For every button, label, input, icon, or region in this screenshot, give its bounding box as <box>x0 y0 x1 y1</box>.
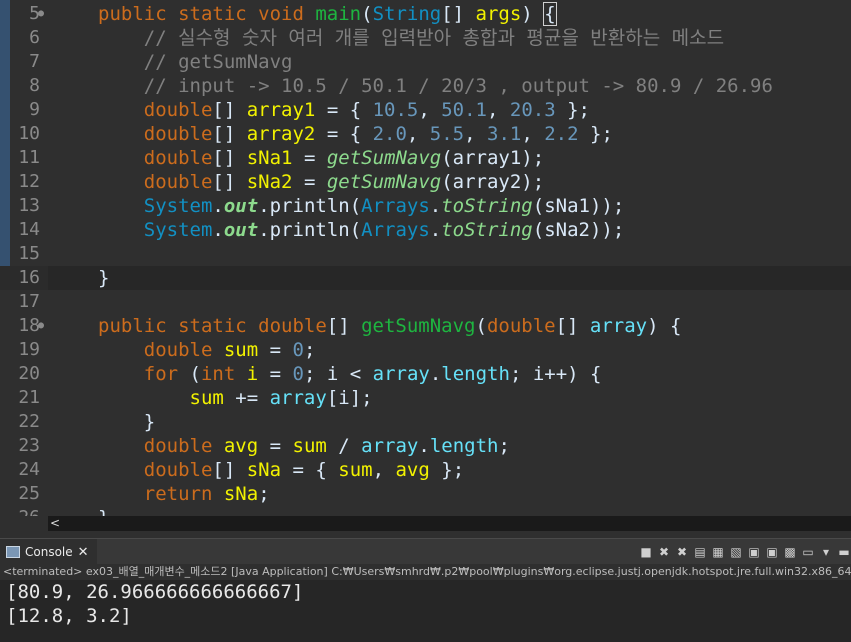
code-text: for (int i = 0; i < array.length; i++) { <box>143 363 602 385</box>
pin-console-icon[interactable]: ▩ <box>783 545 797 559</box>
code-line[interactable]: 12 double[] sNa2 = getSumNavg(array2); <box>0 170 851 194</box>
code-text: System.out.println(Arrays.toString(sNa2)… <box>143 219 625 241</box>
code-text: double avg = sum / array.length; <box>143 435 510 457</box>
line-number: 7 <box>29 51 40 72</box>
code-line[interactable]: 5 ● public static void main(String[] args)… <box>0 2 851 26</box>
horizontal-scrollbar[interactable]: < <box>48 516 851 531</box>
code-text: public static double[] getSumNavg(double… <box>98 315 682 337</box>
code-line[interactable]: 21 sum += array[i]; <box>0 386 851 410</box>
code-line[interactable]: 26} <box>0 506 851 516</box>
code-line[interactable]: 17 <box>0 290 851 314</box>
code-line[interactable]: 24 double[] sNa = { sum, avg }; <box>0 458 851 482</box>
line-number: 12 <box>18 171 40 192</box>
line-number: 26 <box>12 506 40 516</box>
line-number: 21 <box>18 387 40 408</box>
line-number: 14 <box>18 219 40 240</box>
code-text: // 실수형 숫자 여러 개를 입력받아 총합과 평균을 반환하는 메소드 <box>143 27 725 49</box>
code-line[interactable]: 18 ● public static double[] getSumNavg(dou… <box>0 314 851 338</box>
remove-launch-icon[interactable]: ✖ <box>657 545 671 559</box>
line-number: 9 <box>29 99 40 120</box>
code-line[interactable]: 14 System.out.println(Arrays.toString(sN… <box>0 218 851 242</box>
code-editor[interactable]: 5 ● public static void main(String[] args)… <box>0 0 851 516</box>
show-stderr-icon[interactable]: ▣ <box>765 545 779 559</box>
line-number: 19 <box>18 339 40 360</box>
line-number: 6 <box>29 27 40 48</box>
word-wrap-icon[interactable]: ▧ <box>729 545 743 559</box>
code-line[interactable]: 6 // 실수형 숫자 여러 개를 입력받아 총합과 평균을 반환하는 메소드 <box>0 26 851 50</box>
code-line[interactable]: 9 double[] array1 = { 10.5, 50.1, 20.3 }… <box>0 98 851 122</box>
console-status: <terminated> ex03_배열_매개변수_메소드2 [Java App… <box>0 564 851 579</box>
line-number: 16 <box>18 267 40 288</box>
code-text: double sum = 0; <box>143 339 316 361</box>
code-line[interactable]: 20 for (int i = 0; i < array.length; i++… <box>0 362 851 386</box>
code-text: double[] sNa = { sum, avg }; <box>143 459 465 481</box>
line-number: 8 <box>29 75 40 96</box>
code-line[interactable]: 22 } <box>0 410 851 434</box>
code-line[interactable]: 16} <box>0 266 851 290</box>
console-output-line: [12.8, 3.2] <box>6 605 132 627</box>
code-line[interactable]: 19 double sum = 0; <box>0 338 851 362</box>
show-stdout-icon[interactable]: ▣ <box>747 545 761 559</box>
code-line[interactable]: 7 // getSumNavg <box>0 50 851 74</box>
line-number: 13 <box>18 195 40 216</box>
console-icon <box>6 546 20 558</box>
console-output[interactable]: [80.9, 26.966666666666667] [12.8, 3.2] <box>0 580 851 642</box>
code-text: public static void main(String[] args) { <box>98 2 557 26</box>
scroll-left-icon[interactable]: < <box>48 516 62 531</box>
line-number: 23 <box>18 435 40 456</box>
code-text: sum += array[i]; <box>189 387 373 409</box>
terminate-icon[interactable]: ■ <box>639 545 653 559</box>
remove-all-icon[interactable]: ✖ <box>675 545 689 559</box>
clear-console-icon[interactable]: ▤ <box>693 545 707 559</box>
code-text: } <box>98 267 110 289</box>
line-number: 18 <box>18 315 40 336</box>
code-line[interactable]: 11 double[] sNa1 = getSumNavg(array1); <box>0 146 851 170</box>
line-number: 10 <box>18 123 40 144</box>
code-line[interactable]: 15 <box>0 242 851 266</box>
line-number: 15 <box>18 243 40 264</box>
code-text: double[] array1 = { 10.5, 50.1, 20.3 }; <box>143 99 590 121</box>
line-number: 20 <box>18 363 40 384</box>
code-text: } <box>98 506 109 516</box>
line-number: 25 <box>18 483 40 504</box>
code-line[interactable]: 10 double[] array2 = { 2.0, 5.5, 3.1, 2.… <box>0 122 851 146</box>
tab-console[interactable]: Console ✕ <box>0 539 97 565</box>
code-text: return sNa; <box>143 483 270 505</box>
line-number: 24 <box>18 459 40 480</box>
tab-console-label: Console <box>25 545 73 559</box>
code-line[interactable]: 8 // input -> 10.5 / 50.1 / 20/3 , outpu… <box>0 74 851 98</box>
line-number: 22 <box>18 411 40 432</box>
console-header: Console ✕ ■ ✖ ✖ ▤ ▦ ▧ ▣ ▣ ▩ ▭ ▾ ▬ <box>0 538 851 565</box>
code-text: double[] sNa1 = getSumNavg(array1); <box>143 147 545 169</box>
code-text: // getSumNavg <box>143 51 293 73</box>
code-line[interactable]: 25 return sNa; <box>0 482 851 506</box>
fold-marker-icon[interactable]: ● <box>38 2 44 26</box>
minimize-icon[interactable]: ▬ <box>837 545 851 559</box>
console-output-line: [80.9, 26.966666666666667] <box>6 581 304 603</box>
close-icon[interactable]: ✕ <box>78 545 89 560</box>
line-number: 11 <box>18 147 40 168</box>
dropdown-icon[interactable]: ▾ <box>819 545 833 559</box>
scroll-lock-icon[interactable]: ▦ <box>711 545 725 559</box>
code-text: double[] sNa2 = getSumNavg(array2); <box>143 171 545 193</box>
code-text: double[] array2 = { 2.0, 5.5, 3.1, 2.2 }… <box>143 123 613 145</box>
code-text: } <box>98 411 156 433</box>
console-toolbar: ■ ✖ ✖ ▤ ▦ ▧ ▣ ▣ ▩ ▭ ▾ ▬ <box>639 543 851 561</box>
line-number: 5 <box>29 3 40 24</box>
code-line[interactable]: 13 System.out.println(Arrays.toString(sN… <box>0 194 851 218</box>
fold-marker-icon[interactable]: ● <box>38 314 44 338</box>
code-line[interactable]: 23 double avg = sum / array.length; <box>0 434 851 458</box>
display-console-icon[interactable]: ▭ <box>801 545 815 559</box>
code-text: System.out.println(Arrays.toString(sNa1)… <box>143 195 625 217</box>
line-number: 17 <box>18 291 40 312</box>
code-text: // input -> 10.5 / 50.1 / 20/3 , output … <box>143 75 773 97</box>
